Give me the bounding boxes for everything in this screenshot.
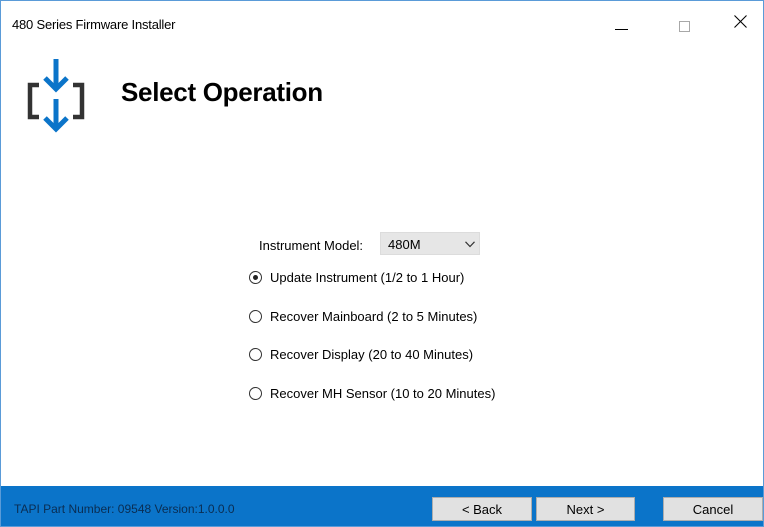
maximize-icon xyxy=(679,21,690,32)
close-button[interactable] xyxy=(717,1,763,45)
page-title: Select Operation xyxy=(121,77,323,107)
option-update-instrument[interactable]: Update Instrument (1/2 to 1 Hour) xyxy=(249,269,509,289)
chevron-down-icon xyxy=(465,241,475,248)
cancel-button[interactable]: Cancel xyxy=(663,497,763,521)
option-recover-display[interactable]: Recover Display (20 to 40 Minutes) xyxy=(249,346,519,366)
instrument-model-select[interactable]: 480M xyxy=(380,232,480,255)
radio-button[interactable] xyxy=(249,348,262,361)
back-button[interactable]: < Back xyxy=(432,497,532,521)
minimize-button[interactable] xyxy=(599,1,645,45)
radio-selected-dot xyxy=(253,275,258,280)
option-label: Recover Mainboard (2 to 5 Minutes) xyxy=(270,309,478,324)
radio-button[interactable] xyxy=(249,271,262,284)
option-label: Recover MH Sensor (10 to 20 Minutes) xyxy=(270,386,496,401)
instrument-model-value: 480M xyxy=(388,237,421,252)
installer-window: 480 Series Firmware Installer Select Ope… xyxy=(0,0,764,527)
footer-bar: TAPI Part Number: 09548 Version:1.0.0.0 … xyxy=(1,486,763,526)
download-bracket-icon xyxy=(27,59,85,133)
window-title: 480 Series Firmware Installer xyxy=(12,17,176,32)
radio-button[interactable] xyxy=(249,310,262,323)
option-label: Update Instrument (1/2 to 1 Hour) xyxy=(270,270,465,285)
title-bar: 480 Series Firmware Installer xyxy=(1,1,763,45)
close-icon xyxy=(734,15,747,28)
option-recover-mh-sensor[interactable]: Recover MH Sensor (10 to 20 Minutes) xyxy=(249,385,539,405)
option-recover-mainboard[interactable]: Recover Mainboard (2 to 5 Minutes) xyxy=(249,308,519,328)
maximize-button[interactable] xyxy=(661,1,707,45)
part-number-version: TAPI Part Number: 09548 Version:1.0.0.0 xyxy=(14,502,235,516)
radio-button[interactable] xyxy=(249,387,262,400)
instrument-model-label: Instrument Model: xyxy=(259,238,364,253)
minimize-icon xyxy=(615,29,628,30)
option-label: Recover Display (20 to 40 Minutes) xyxy=(270,347,474,362)
next-button[interactable]: Next > xyxy=(536,497,635,521)
